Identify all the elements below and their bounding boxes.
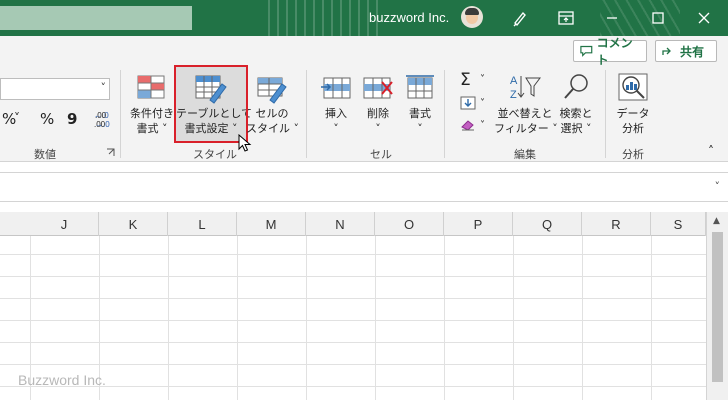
group-separator [120, 70, 121, 158]
share-button[interactable]: 共有 [655, 40, 717, 62]
column-header-p[interactable]: P [444, 212, 513, 236]
chevron-down-icon: ˅ [100, 81, 107, 94]
svg-text:→.0: →.0 [95, 120, 110, 129]
column-header-s[interactable]: S [651, 212, 706, 236]
group-separator [306, 70, 307, 158]
share-label: 共有 [680, 44, 705, 59]
data-analysis-button[interactable]: データ 分析 [613, 106, 653, 136]
account-name[interactable]: buzzword Inc. [369, 10, 449, 25]
format-button[interactable]: 書式 ˅ [404, 106, 436, 136]
group-separator [444, 70, 445, 158]
delete-line2: ˅ [375, 122, 381, 135]
find-select-button[interactable]: 検索と 選択 ˅ [556, 106, 596, 136]
column-header-q[interactable]: Q [513, 212, 582, 236]
svg-text:Z: Z [510, 89, 517, 101]
data-analysis-line1: データ [616, 107, 650, 120]
analysis-group-label: 分析 [622, 148, 644, 161]
number-group-label: 数値 [34, 148, 56, 161]
column-header-m[interactable]: M [237, 212, 306, 236]
minimize-icon[interactable] [602, 8, 622, 28]
autosum-chevron[interactable]: ˅ [480, 74, 485, 85]
data-analysis-line2: 分析 [622, 122, 644, 135]
number-format-dropdown[interactable]: ˅ [0, 78, 110, 100]
format-cells-icon [406, 75, 434, 99]
data-analysis-icon [618, 73, 648, 101]
column-header-r[interactable]: R [582, 212, 651, 236]
vertical-scrollbar[interactable]: ▲ [706, 212, 728, 400]
insert-cells-icon [321, 77, 351, 99]
conditional-format-line1: 条件付き [130, 107, 174, 120]
cells-group-label: セル [370, 148, 392, 161]
insert-line1: 挿入 [325, 107, 347, 120]
mouse-cursor-icon [238, 134, 252, 152]
fill-icon[interactable] [460, 96, 476, 110]
conditional-format-button[interactable]: 条件付き 書式 ˅ [128, 106, 176, 136]
format-line1: 書式 [409, 107, 431, 120]
watermark: Buzzword Inc. [18, 372, 106, 388]
delete-button[interactable]: 削除 ˅ [362, 106, 394, 136]
edit-group-label: 編集 [514, 148, 536, 161]
cell-styles-line1: セルの [255, 107, 289, 120]
percent-style-button[interactable]: % [40, 110, 54, 128]
svg-text:.00: .00 [95, 111, 107, 120]
fill-chevron[interactable]: ˅ [480, 98, 485, 109]
share-icon [662, 47, 671, 55]
comment-icon [580, 45, 593, 57]
find-select-line2: 選択 ˅ [560, 122, 592, 135]
dropdown-arrow[interactable]: ˅ [14, 111, 20, 125]
column-header-k[interactable]: K [99, 212, 168, 236]
scroll-up-icon[interactable]: ▲ [713, 216, 720, 226]
close-icon[interactable] [694, 8, 714, 28]
avatar[interactable] [461, 6, 483, 28]
sort-filter-line2: フィルター ˅ [494, 122, 558, 135]
autosum-icon[interactable]: Σ [460, 70, 471, 90]
formula-bar[interactable]: ˅ [0, 172, 728, 202]
comment-button[interactable]: コメント [573, 36, 647, 67]
sort-filter-line1: 並べ替えと [497, 107, 553, 120]
style-group-label: スタイル [193, 148, 237, 161]
column-header-n[interactable]: N [306, 212, 375, 236]
scrollbar-thumb[interactable] [712, 232, 723, 382]
find-select-icon [564, 74, 588, 99]
insert-line2: ˅ [333, 122, 339, 135]
cell-styles-icon [257, 77, 287, 104]
clear-chevron[interactable]: ˅ [480, 120, 485, 131]
sort-filter-button[interactable]: 並べ替えと フィルター ˅ [494, 106, 558, 136]
column-header-l[interactable]: L [168, 212, 237, 236]
column-header-j[interactable]: J [30, 212, 99, 236]
restore-icon[interactable] [648, 8, 668, 28]
delete-cells-icon [363, 77, 393, 99]
group-separator [605, 70, 606, 158]
sort-filter-icon: A Z [510, 75, 541, 101]
ribbon-display-icon[interactable] [556, 8, 576, 28]
find-select-line1: 検索と [559, 107, 593, 120]
cell-styles-line2: スタイル ˅ [246, 122, 299, 135]
comment-label: コメント [596, 36, 633, 67]
cell-styles-button[interactable]: セルの スタイル ˅ [246, 106, 299, 136]
collapse-ribbon-icon[interactable]: ˄ [708, 144, 714, 158]
decrease-decimal-icon[interactable]: .00 →.0 [95, 110, 119, 130]
dialog-launcher-icon[interactable] [106, 148, 115, 157]
insert-button[interactable]: 挿入 ˅ [320, 106, 352, 136]
delete-line1: 削除 [367, 107, 389, 120]
svg-text:A: A [510, 75, 518, 87]
pen-icon[interactable] [510, 8, 530, 28]
column-header-o[interactable]: O [375, 212, 444, 236]
format-line2: ˅ [417, 122, 423, 135]
comma-style-button[interactable]: 9 [67, 110, 77, 128]
search-box[interactable] [0, 6, 192, 30]
conditional-format-icon [137, 75, 165, 99]
conditional-format-line2: 書式 ˅ [136, 122, 168, 135]
highlight-box [174, 65, 248, 143]
expand-formula-bar-icon[interactable]: ˅ [715, 180, 721, 193]
clear-icon[interactable] [460, 118, 476, 132]
titlebar-pattern [268, 0, 378, 36]
